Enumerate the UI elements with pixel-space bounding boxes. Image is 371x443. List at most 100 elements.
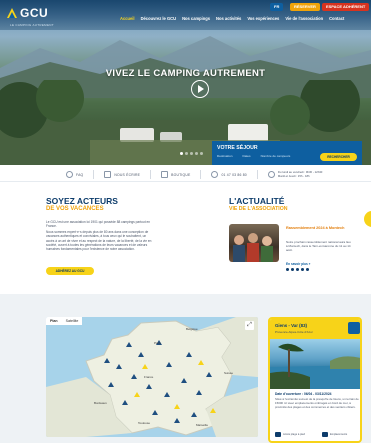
acteurs-intro: Le GCU est une association loi 1901 qui … [46, 220, 151, 229]
brand-name: GCU [20, 6, 49, 20]
map-label: Suisse [224, 371, 234, 375]
carousel-dots [180, 152, 203, 155]
hero-banner: GCU LE CAMPING AUTREMENT FR RÉSERVER ESP… [0, 0, 371, 165]
clock-icon [267, 171, 275, 178]
camping-description: Situé à l'extrémité sud-est de la presqu… [275, 397, 359, 409]
map-label: Marseille [196, 423, 209, 427]
camping-feature: Emplacements [322, 432, 347, 437]
map-label: Belgique [186, 327, 198, 331]
carousel-dot[interactable] [180, 152, 183, 155]
info-bar: FAQ NOUS ÉCRIRE BOUTIQUE 01 47 03 86 80 [0, 165, 371, 182]
campings-map[interactable]: Plan Satellite ⤢ Belgique Paris France S… [46, 317, 258, 437]
opening-hours: Du lundi au vendredi : 9h30 - 12h30 Mard… [267, 170, 322, 178]
nav-item-home[interactable]: Accueil [120, 16, 135, 21]
play-icon[interactable] [191, 80, 209, 98]
info-items: FAQ NOUS ÉCRIRE BOUTIQUE 01 47 03 86 80 [66, 170, 322, 179]
contact-label: NOUS ÉCRIRE [114, 172, 141, 177]
shop-link[interactable]: BOUTIQUE [161, 171, 190, 178]
phone-link[interactable]: 01 47 03 86 80 [211, 171, 247, 178]
camping-dates: Date d'ouverture : 06/04 - 03/11/2024 [275, 392, 332, 396]
carousel-dot[interactable] [185, 152, 188, 155]
destination-field[interactable]: Destination [217, 154, 232, 158]
join-button[interactable]: ADHÉREZ AU GCU [46, 267, 94, 275]
chat-bubble-icon[interactable] [364, 211, 371, 227]
news-dot[interactable] [301, 268, 304, 271]
campers-field[interactable]: Nombre de campeurs [261, 154, 291, 158]
news-dot[interactable] [291, 268, 294, 271]
map-tab-plan[interactable]: Plan [46, 317, 62, 325]
map-type-tabs: Plan Satellite [46, 317, 83, 325]
news-card-title[interactable]: Rassemblement 2024 à Montech [286, 226, 351, 231]
logo-icon [7, 8, 17, 18]
map-label: France [144, 375, 154, 379]
hours-line-2: Mardi et Jeudi : 15h - 18h [277, 173, 310, 178]
news-read-more-link[interactable]: En savoir plus » [286, 262, 310, 266]
language-selector[interactable]: FR [270, 3, 284, 11]
map-label: Toulouse [138, 421, 151, 425]
stay-search-panel: VOTRE SÉJOUR Destination Dates Nombre de… [212, 141, 362, 165]
news-dot[interactable] [286, 268, 289, 271]
brand-tagline: LE CAMPING AUTREMENT [10, 23, 54, 27]
hero-title: VIVEZ LE CAMPING AUTREMENT [105, 68, 266, 79]
acteurs-body: Nous sommes expert·e·s depuis plus de 80… [46, 230, 152, 252]
carousel-dot[interactable] [200, 152, 203, 155]
member-area-button[interactable]: ESPACE ADHÉRENT [321, 3, 370, 11]
phone-icon [211, 171, 219, 178]
acteurs-subtitle: DE VOS VACANCES [46, 206, 104, 212]
camping-name: Giens - Var (83) [275, 323, 307, 328]
news-carousel-dots [286, 268, 309, 271]
divider [93, 170, 95, 179]
camping-logo-icon [348, 322, 360, 334]
page: GCU LE CAMPING AUTREMENT FR RÉSERVER ESP… [0, 0, 371, 443]
camping-region: Provence-Alpes-Côte d'Azur [275, 330, 313, 334]
news-dot[interactable] [296, 268, 299, 271]
top-bar: GCU LE CAMPING AUTREMENT FR RÉSERVER ESP… [0, 0, 371, 30]
news-title: L'ACTUALITÉ [229, 196, 285, 206]
crowd-photo [233, 233, 273, 262]
news-dot[interactable] [306, 268, 309, 271]
contact-link[interactable]: NOUS ÉCRIRE [104, 171, 140, 178]
camping-feature-label: Emplacements [330, 433, 348, 436]
beach-icon [275, 432, 281, 437]
nav-item-discover[interactable]: Découvrez le GCU [141, 16, 177, 21]
camping-card-header: Giens - Var (83) Provence-Alpes-Côte d'A… [270, 319, 360, 339]
question-icon [66, 171, 73, 178]
map-label: Bordeaux [94, 401, 107, 405]
phone-number: 01 47 03 86 80 [221, 172, 247, 177]
news-image[interactable] [229, 224, 279, 262]
utility-bar-2: RÉSERVER ESPACE ADHÉRENT [290, 3, 370, 11]
nav-item-campings[interactable]: Nos campings [182, 16, 210, 21]
camping-card[interactable]: Giens - Var (83) Provence-Alpes-Côte d'A… [268, 317, 362, 443]
faq-link[interactable]: FAQ [66, 171, 83, 178]
nav-item-experiences[interactable]: Vos expériences [247, 16, 279, 21]
acteurs-title: SOYEZ ACTEURS [46, 196, 118, 206]
fullscreen-icon[interactable]: ⤢ [245, 321, 254, 330]
shop-label: BOUTIQUE [171, 172, 191, 177]
dates-field[interactable]: Dates [242, 154, 250, 158]
camping-photo [270, 339, 360, 389]
carousel-dot[interactable] [190, 152, 193, 155]
news-card-text: Notre prochain rassemblement national au… [286, 240, 351, 252]
map-tab-satellite[interactable]: Satellite [62, 317, 83, 325]
divider [200, 170, 202, 179]
map-label: Paris [154, 341, 161, 345]
divider [150, 170, 152, 179]
utility-bar: FR [270, 3, 284, 11]
nav-item-association[interactable]: Vie de l'association [285, 16, 323, 21]
reserve-button[interactable]: RÉSERVER [290, 3, 320, 11]
tent-icon [322, 432, 328, 437]
cart-icon [161, 171, 169, 178]
news-subtitle: VIE DE L'ASSOCIATION [229, 206, 288, 212]
search-button[interactable]: RECHERCHER [320, 153, 357, 161]
nav-item-contact[interactable]: Contact [329, 16, 344, 21]
mail-icon [104, 171, 112, 178]
camping-feature-label: Accès plage à pied [283, 433, 305, 436]
nav-item-activities[interactable]: Nos activités [216, 16, 241, 21]
carousel-dot[interactable] [195, 152, 198, 155]
stay-search-title: VOTRE SÉJOUR [217, 145, 258, 151]
camping-feature: Accès plage à pied [275, 432, 305, 437]
main-nav: Accueil Découvrez le GCU Nos campings No… [120, 16, 344, 21]
logo[interactable]: GCU [7, 6, 48, 20]
faq-label: FAQ [76, 172, 84, 177]
coast-photo [270, 343, 360, 389]
